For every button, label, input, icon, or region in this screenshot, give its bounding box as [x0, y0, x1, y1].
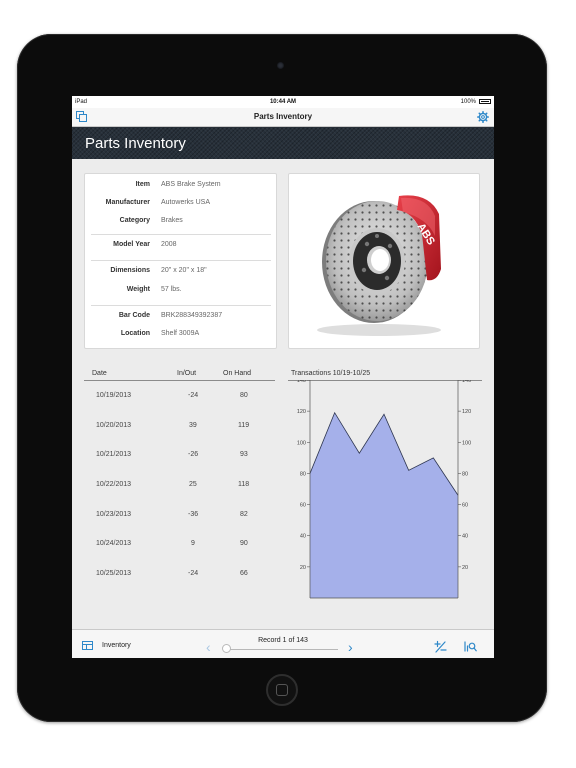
table-cell-on-hand[interactable]: 119	[238, 422, 249, 429]
table-cell-in-out[interactable]: 9	[191, 540, 195, 547]
detail-value[interactable]: 2008	[161, 241, 177, 248]
y-tick-label-right: 100	[462, 440, 471, 446]
table-cell-on-hand[interactable]: 80	[240, 392, 248, 399]
detail-label: Dimensions	[110, 267, 150, 274]
detail-label: Item	[135, 181, 150, 188]
bottom-toolbar: Inventory ‹ Record 1 of 143 ›	[72, 629, 494, 658]
nav-title: Parts Inventory	[253, 112, 313, 121]
y-tick-label-right: 120	[462, 409, 471, 415]
add-delete-records-icon[interactable]	[434, 640, 447, 653]
gear-icon[interactable]	[477, 111, 489, 123]
page-header: Parts Inventory	[72, 127, 494, 159]
y-tick-label-right: 140	[462, 380, 471, 384]
table-cell-date[interactable]: 10/22/2013	[96, 481, 131, 488]
table-cell-date[interactable]: 10/21/2013	[96, 451, 131, 458]
next-record-button[interactable]: ›	[348, 640, 353, 654]
table-header-rule	[84, 380, 275, 381]
table-cell-on-hand[interactable]: 118	[238, 481, 249, 488]
column-header-date[interactable]: Date	[92, 370, 107, 377]
divider	[91, 260, 271, 261]
y-tick-label-right: 40	[462, 534, 468, 540]
record-slider[interactable]	[224, 649, 338, 650]
home-button[interactable]	[266, 674, 298, 706]
detail-label: Bar Code	[118, 312, 150, 319]
detail-value[interactable]: 20" x 20" x 18"	[161, 267, 207, 274]
table-cell-date[interactable]: 10/19/2013	[96, 392, 131, 399]
divider	[91, 305, 271, 306]
y-tick-label-right: 60	[462, 503, 468, 509]
detail-value[interactable]: BRK288349392387	[161, 312, 222, 319]
column-header-on-hand[interactable]: On Hand	[223, 370, 251, 377]
detail-label: Location	[120, 330, 150, 337]
part-photo-card[interactable]: ABS	[288, 173, 480, 349]
y-tick-label-right: 80	[462, 471, 468, 477]
table-cell-in-out[interactable]: -26	[188, 451, 198, 458]
table-cell-on-hand[interactable]: 90	[240, 540, 248, 547]
record-counter: Record 1 of 143	[258, 637, 308, 644]
y-tick-label-left: 60	[300, 503, 306, 509]
nav-bar: Parts Inventory	[72, 108, 494, 127]
table-cell-on-hand[interactable]: 82	[240, 511, 248, 518]
y-tick-label-left: 40	[300, 534, 306, 540]
table-cell-date[interactable]: 10/24/2013	[96, 540, 131, 547]
table-cell-in-out[interactable]: -24	[188, 392, 198, 399]
y-tick-label-left: 80	[300, 471, 306, 477]
detail-value[interactable]: Brakes	[161, 217, 183, 224]
area-series-fill	[310, 412, 458, 598]
table-cell-date[interactable]: 10/25/2013	[96, 570, 131, 577]
front-camera	[277, 62, 284, 69]
detail-label: Manufacturer	[105, 199, 150, 206]
status-bar: iPad 10:44 AM 100%	[72, 96, 494, 108]
table-cell-on-hand[interactable]: 66	[240, 570, 248, 577]
detail-label: Model Year	[113, 241, 150, 248]
page-title: Parts Inventory	[85, 135, 186, 152]
transactions-chart: Transactions 10/19-10/25 20 20 40 40 60 60 80 8…	[288, 370, 482, 620]
y-tick-label-left: 140	[297, 380, 306, 384]
find-records-icon[interactable]	[464, 640, 477, 653]
table-cell-in-out[interactable]: -36	[188, 511, 198, 518]
y-tick-label-left: 100	[297, 440, 306, 446]
y-tick-label-left: 20	[300, 565, 306, 571]
table-cell-in-out[interactable]: 39	[189, 422, 197, 429]
table-cell-date[interactable]: 10/23/2013	[96, 511, 131, 518]
record-slider-knob[interactable]	[222, 644, 231, 653]
clock: 10:44 AM	[269, 99, 297, 105]
detail-label: Weight	[126, 286, 150, 293]
chart-title: Transactions 10/19-10/25	[291, 370, 371, 377]
battery-icon	[479, 99, 491, 104]
area-chart: 20 20 40 40 60 60 80 80 100 100 120 120 140 140	[297, 380, 471, 599]
battery-percent: 100%	[460, 99, 476, 105]
details-card: Item ABS Brake System Manufacturer Autow…	[84, 173, 277, 349]
detail-value[interactable]: Autowerks USA	[161, 199, 210, 206]
divider	[91, 234, 271, 235]
detail-value[interactable]: ABS Brake System	[161, 181, 221, 188]
detail-value[interactable]: Shelf 3009A	[161, 330, 199, 337]
table-cell-in-out[interactable]: 25	[189, 481, 197, 488]
record-content: Item ABS Brake System Manufacturer Autow…	[72, 159, 494, 629]
y-tick-label-right: 20	[462, 565, 468, 571]
detail-value[interactable]: 57 lbs.	[161, 286, 182, 293]
app-screen: iPad 10:44 AM 100% Parts Inventory Parts…	[72, 96, 494, 658]
brake-rotor-photo: ABS	[317, 195, 441, 336]
table-cell-on-hand[interactable]: 93	[240, 451, 248, 458]
table-cell-date[interactable]: 10/20/2013	[96, 422, 131, 429]
y-tick-label-left: 120	[297, 409, 306, 415]
column-header-in-out[interactable]: In/Out	[177, 370, 196, 377]
detail-label: Category	[119, 217, 150, 224]
table-cell-in-out[interactable]: -24	[188, 570, 198, 577]
